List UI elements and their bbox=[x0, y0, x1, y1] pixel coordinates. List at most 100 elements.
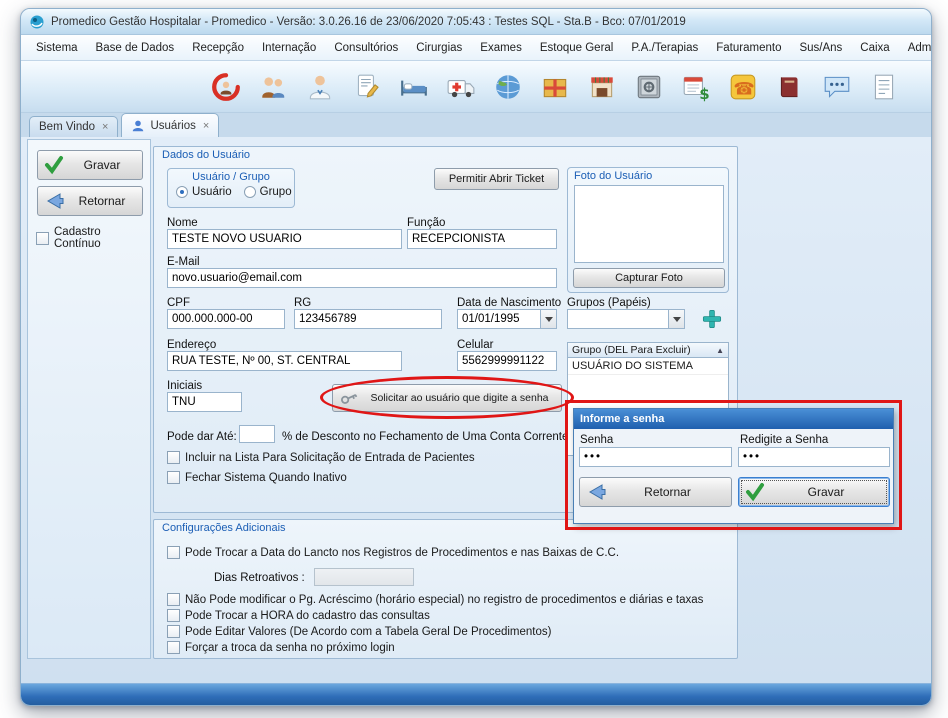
menu-item-internacao[interactable]: Internação bbox=[253, 42, 325, 54]
window-title: Promedico Gestão Hospitalar - Promedico … bbox=[51, 16, 686, 28]
nome-input[interactable] bbox=[167, 229, 402, 249]
add-plus-icon bbox=[701, 308, 723, 330]
toolbar-button-reception[interactable] bbox=[256, 68, 290, 106]
toolbar-button-safe[interactable] bbox=[632, 68, 666, 106]
toolbar-button-phone[interactable]: ☎ bbox=[726, 68, 760, 106]
senha-input[interactable] bbox=[579, 447, 732, 467]
config-check-row: Pode Trocar a Data do Lancto nos Registr… bbox=[167, 546, 619, 559]
dialog-retornar-button[interactable]: Retornar bbox=[579, 477, 732, 507]
toolbar-button-bed[interactable] bbox=[397, 68, 431, 106]
celular-input[interactable] bbox=[457, 351, 557, 371]
dialog-gravar-button[interactable]: Gravar bbox=[738, 477, 890, 507]
chevron-down-icon[interactable] bbox=[540, 309, 557, 329]
editar-valores-checkbox[interactable] bbox=[167, 625, 180, 638]
toolbar-button-store[interactable] bbox=[585, 68, 619, 106]
nao-modificar-pg-checkbox[interactable] bbox=[167, 593, 180, 606]
rg-input[interactable] bbox=[294, 309, 442, 329]
iniciais-input[interactable] bbox=[167, 392, 242, 412]
menu-item-sus-ans[interactable]: Sus/Ans bbox=[790, 42, 851, 54]
email-input[interactable] bbox=[167, 268, 557, 288]
menu-item-consultorios[interactable]: Consultórios bbox=[325, 42, 407, 54]
menu-item-pa-terapias[interactable]: P.A./Terapias bbox=[622, 42, 707, 54]
desconto-input[interactable] bbox=[239, 425, 275, 443]
menu-item-estoque-geral[interactable]: Estoque Geral bbox=[531, 42, 623, 54]
senha-label: Senha bbox=[580, 434, 613, 446]
incluir-lista-checkbox[interactable] bbox=[167, 451, 180, 464]
cpf-input[interactable] bbox=[167, 309, 285, 329]
menu-item-faturamento[interactable]: Faturamento bbox=[707, 42, 790, 54]
retornar-button[interactable]: Retornar bbox=[37, 186, 143, 216]
ambulance-icon bbox=[446, 72, 476, 102]
tab-bem-vindo[interactable]: Bem Vindo × bbox=[29, 116, 118, 137]
toolbar-button-finance-calendar[interactable]: $ bbox=[679, 68, 713, 106]
svg-text:$: $ bbox=[699, 84, 709, 101]
capturar-foto-button[interactable]: Capturar Foto bbox=[573, 268, 725, 288]
endereco-input[interactable] bbox=[167, 351, 402, 371]
tab-bem-vindo-label: Bem Vindo bbox=[39, 121, 95, 133]
toolbar-button-prescription[interactable] bbox=[350, 68, 384, 106]
trocar-hora-checkbox[interactable] bbox=[167, 609, 180, 622]
toolbar: $ ☎ bbox=[21, 61, 931, 113]
menu-item-recepcao[interactable]: Recepção bbox=[183, 42, 253, 54]
capturar-foto-label: Capturar Foto bbox=[574, 272, 724, 284]
toolbar-button-package[interactable] bbox=[538, 68, 572, 106]
usuario-grupo-groupbox: Usuário / Grupo Usuário Grupo bbox=[167, 168, 295, 208]
gravar-button[interactable]: Gravar bbox=[37, 150, 143, 180]
tab-usuarios-label: Usuários bbox=[150, 120, 195, 132]
add-group-button[interactable] bbox=[699, 307, 725, 331]
close-icon[interactable]: × bbox=[203, 120, 209, 132]
nome-label: Nome bbox=[167, 217, 198, 229]
chevron-down-icon[interactable] bbox=[668, 309, 685, 329]
toolbar-button-report[interactable] bbox=[867, 68, 901, 106]
safe-icon bbox=[634, 72, 664, 102]
nao-modificar-pg-label: Não Pode modificar o Pg. Acréscimo (horá… bbox=[185, 594, 703, 606]
funcao-input[interactable] bbox=[407, 229, 557, 249]
menu-item-administracao[interactable]: Administração bbox=[899, 42, 931, 54]
reception-people-icon bbox=[258, 72, 288, 102]
radio-grupo[interactable] bbox=[244, 186, 256, 198]
action-sidebar: Gravar Retornar Cadastro Contínuo bbox=[27, 139, 151, 659]
config-check-row: Não Pode modificar o Pg. Acréscimo (horá… bbox=[167, 593, 703, 606]
config-check-row: Pode Trocar a HORA do cadastro das consu… bbox=[167, 609, 430, 622]
toolbar-button-book[interactable] bbox=[773, 68, 807, 106]
radio-grupo-option[interactable]: Grupo bbox=[244, 186, 292, 198]
trocar-data-lancto-checkbox[interactable] bbox=[167, 546, 180, 559]
grupos-input[interactable] bbox=[567, 309, 668, 329]
status-footer bbox=[21, 683, 931, 705]
check-icon bbox=[44, 155, 64, 175]
nascimento-input[interactable] bbox=[457, 309, 540, 329]
grupo-grid-row[interactable]: USUÁRIO DO SISTEMA bbox=[568, 358, 728, 375]
menu-item-base-de-dados[interactable]: Base de Dados bbox=[87, 42, 184, 54]
desconto-sufixo-label: % de Desconto no Fechamento de Uma Conta… bbox=[282, 431, 568, 443]
cadastro-continuo-checkbox[interactable] bbox=[36, 232, 49, 245]
menu-item-cirurgias[interactable]: Cirurgias bbox=[407, 42, 471, 54]
permitir-abrir-ticket-button[interactable]: Permitir Abrir Ticket bbox=[434, 168, 559, 190]
toolbar-button-globe[interactable] bbox=[491, 68, 525, 106]
nascimento-combo[interactable] bbox=[457, 309, 557, 329]
close-icon[interactable]: × bbox=[102, 121, 108, 133]
forcar-troca-senha-checkbox[interactable] bbox=[167, 641, 180, 654]
toolbar-button-swirl-people[interactable] bbox=[209, 68, 243, 106]
arrow-left-icon bbox=[586, 482, 606, 502]
radio-usuario[interactable] bbox=[176, 186, 188, 198]
redigite-senha-label: Redigite a Senha bbox=[740, 434, 828, 446]
informe-senha-title: Informe a senha bbox=[580, 413, 664, 425]
editar-valores-label: Pode Editar Valores (De Acordo com a Tab… bbox=[185, 626, 551, 638]
toolbar-button-chat[interactable] bbox=[820, 68, 854, 106]
funcao-label: Função bbox=[407, 217, 445, 229]
redigite-senha-input[interactable] bbox=[738, 447, 890, 467]
cadastro-continuo-label: Cadastro Contínuo bbox=[54, 226, 150, 250]
grupo-grid-header[interactable]: Grupo (DEL Para Excluir) bbox=[567, 342, 729, 358]
tab-usuarios[interactable]: Usuários × bbox=[121, 113, 219, 137]
toolbar-button-doctor[interactable] bbox=[303, 68, 337, 106]
radio-usuario-option[interactable]: Usuário bbox=[176, 186, 232, 198]
toolbar-button-ambulance[interactable] bbox=[444, 68, 478, 106]
menu-item-exames[interactable]: Exames bbox=[471, 42, 531, 54]
menu-item-caixa[interactable]: Caixa bbox=[851, 42, 898, 54]
app-logo-icon bbox=[29, 14, 45, 30]
menu-item-sistema[interactable]: Sistema bbox=[27, 42, 87, 54]
package-icon bbox=[540, 72, 570, 102]
solicitar-senha-button[interactable]: Solicitar ao usuário que digite a senha bbox=[332, 384, 562, 412]
grupos-combo[interactable] bbox=[567, 309, 685, 329]
fechar-inativo-checkbox[interactable] bbox=[167, 471, 180, 484]
